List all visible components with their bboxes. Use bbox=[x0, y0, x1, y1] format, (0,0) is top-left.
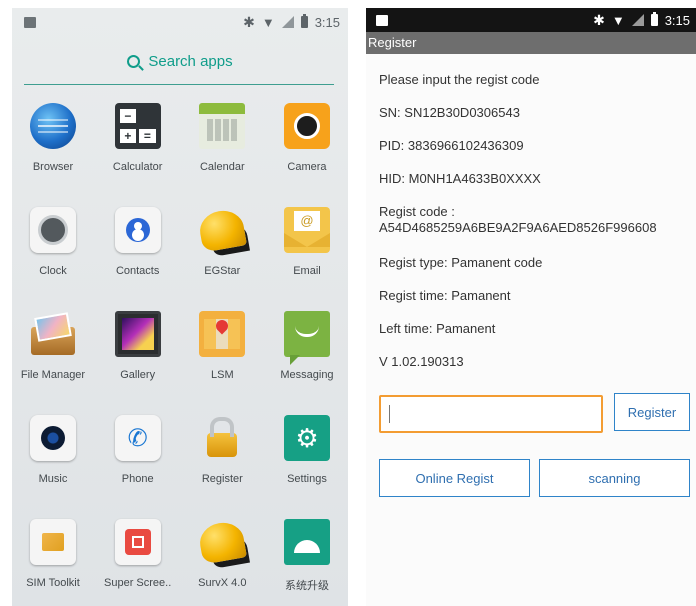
app-label: 系统升级 bbox=[284, 580, 329, 592]
online-regist-button[interactable]: Online Regist bbox=[379, 459, 530, 497]
app-sim-toolkit[interactable]: SIM Toolkit bbox=[14, 515, 92, 606]
search-apps-label: Search apps bbox=[148, 52, 233, 70]
wifi-icon: ▼ bbox=[261, 14, 275, 30]
regist-time-text: Regist time: Pamanent bbox=[379, 288, 511, 303]
calendar-icon bbox=[199, 103, 246, 149]
image-notification-icon bbox=[376, 14, 388, 26]
app-messaging[interactable]: Messaging bbox=[268, 307, 346, 411]
app-label: Messaging bbox=[280, 369, 334, 381]
message-icon bbox=[283, 311, 330, 365]
app-label: Music bbox=[38, 473, 68, 485]
signal-icon bbox=[631, 14, 644, 26]
status-bar: ✱ ▼ 3:15 bbox=[366, 8, 696, 32]
clock-icon bbox=[30, 207, 76, 253]
app-label: Browser bbox=[32, 161, 74, 173]
bluetooth-icon: ✱ bbox=[593, 11, 605, 28]
app-egstar[interactable]: EGStar bbox=[183, 203, 261, 307]
app-label: SurvX 4.0 bbox=[198, 577, 247, 589]
version-text: V 1.02.190313 bbox=[379, 354, 464, 369]
app-grid: Browser − + = Calculator Calendar Camera C… bbox=[12, 85, 348, 606]
app-music[interactable]: Music bbox=[14, 411, 92, 515]
helmet-icon bbox=[199, 519, 245, 565]
page-title: Register bbox=[366, 32, 696, 54]
prompt-text: Please input the regist code bbox=[379, 72, 540, 87]
app-label: LSM bbox=[211, 369, 234, 381]
register-button[interactable]: Register bbox=[614, 393, 690, 431]
status-time: 3:15 bbox=[664, 12, 690, 28]
app-lsm[interactable]: LSM bbox=[183, 307, 261, 411]
app-label: Calendar bbox=[199, 161, 245, 173]
register-screen: ✱ ▼ 3:15 Register Please input the regis… bbox=[366, 8, 696, 606]
pid-text: PID: 3836966102436309 bbox=[379, 138, 524, 153]
regist-code-input[interactable] bbox=[379, 395, 603, 433]
regist-type-text: Regist type: Pamanent code bbox=[379, 255, 543, 270]
app-phone[interactable]: ✆ Phone bbox=[99, 411, 177, 515]
app-label: Gallery bbox=[120, 369, 156, 381]
scanning-button[interactable]: scanning bbox=[539, 459, 690, 497]
contacts-icon bbox=[114, 207, 161, 253]
lock-key-icon bbox=[199, 415, 245, 461]
gear-icon: ⚙ bbox=[283, 415, 330, 461]
app-file-manager[interactable]: File Manager bbox=[14, 307, 92, 411]
regist-code-label: Regist code : bbox=[379, 204, 455, 219]
app-system-update[interactable]: 系统升级 bbox=[268, 515, 346, 606]
music-icon bbox=[30, 415, 76, 461]
app-label: Super Scree.. bbox=[104, 577, 172, 589]
regist-code-value: A54D4685259A6BE9A2F9A6AED8526F996608 bbox=[379, 220, 657, 235]
app-label: Contacts bbox=[115, 265, 160, 277]
app-label: Phone bbox=[121, 473, 154, 485]
app-browser[interactable]: Browser bbox=[14, 99, 92, 203]
app-drawer-screen: ✱ ▼ 3:15 Search apps Browser − + = Calcula… bbox=[12, 8, 348, 606]
app-gallery[interactable]: Gallery bbox=[99, 307, 177, 411]
camera-icon bbox=[283, 103, 330, 149]
image-notification-icon bbox=[24, 16, 36, 28]
code-entry-area: Register bbox=[366, 387, 696, 451]
folder-icon bbox=[30, 311, 76, 357]
hid-text: HID: M0NH1A4633B0XXXX bbox=[379, 171, 541, 186]
wifi-icon: ▼ bbox=[611, 12, 625, 28]
android-update-icon bbox=[283, 519, 330, 565]
status-bar: ✱ ▼ 3:15 bbox=[12, 8, 348, 36]
envelope-icon bbox=[283, 207, 330, 253]
regist-code-block: Regist code : A54D4685259A6BE9A2F9A6AED8… bbox=[379, 204, 696, 255]
sim-icon bbox=[30, 519, 76, 565]
app-label: File Manager bbox=[20, 369, 86, 381]
app-settings[interactable]: ⚙ Settings bbox=[268, 411, 346, 515]
status-time: 3:15 bbox=[314, 14, 340, 30]
app-label: Clock bbox=[39, 265, 67, 277]
app-email[interactable]: Email bbox=[268, 203, 346, 307]
sn-text: SN: SN12B30D0306543 bbox=[379, 105, 520, 120]
gallery-icon bbox=[114, 311, 161, 357]
search-icon bbox=[127, 54, 141, 68]
app-label: Register bbox=[201, 473, 243, 485]
app-camera[interactable]: Camera bbox=[268, 99, 346, 203]
app-label: Settings bbox=[287, 473, 327, 485]
left-time-text: Left time: Pamanent bbox=[379, 321, 496, 336]
app-calculator[interactable]: − + = Calculator bbox=[99, 99, 177, 203]
text-cursor bbox=[389, 405, 390, 423]
search-apps-bar[interactable]: Search apps bbox=[12, 38, 348, 84]
app-survx[interactable]: SurvX 4.0 bbox=[183, 515, 261, 606]
app-register[interactable]: Register bbox=[183, 411, 261, 515]
register-info: Please input the regist code SN: SN12B30… bbox=[366, 54, 696, 387]
app-label: Calculator bbox=[112, 161, 163, 173]
phone-icon: ✆ bbox=[114, 415, 161, 461]
globe-icon bbox=[30, 103, 76, 149]
calculator-icon: − + = bbox=[114, 103, 161, 149]
app-super-screen[interactable]: Super Scree.. bbox=[99, 515, 177, 606]
signal-icon bbox=[281, 16, 294, 28]
app-label: SIM Toolkit bbox=[26, 577, 80, 589]
app-calendar[interactable]: Calendar bbox=[183, 99, 261, 203]
helmet-icon bbox=[199, 207, 245, 253]
battery-icon bbox=[650, 12, 658, 26]
app-clock[interactable]: Clock bbox=[14, 203, 92, 307]
app-contacts[interactable]: Contacts bbox=[99, 203, 177, 307]
battery-icon bbox=[300, 14, 308, 28]
map-pin-icon bbox=[199, 311, 246, 357]
screen-record-icon bbox=[114, 519, 161, 565]
bluetooth-icon: ✱ bbox=[243, 13, 255, 30]
app-label: EGStar bbox=[204, 265, 241, 277]
app-label: Camera bbox=[287, 161, 327, 173]
app-label: Email bbox=[293, 265, 321, 277]
